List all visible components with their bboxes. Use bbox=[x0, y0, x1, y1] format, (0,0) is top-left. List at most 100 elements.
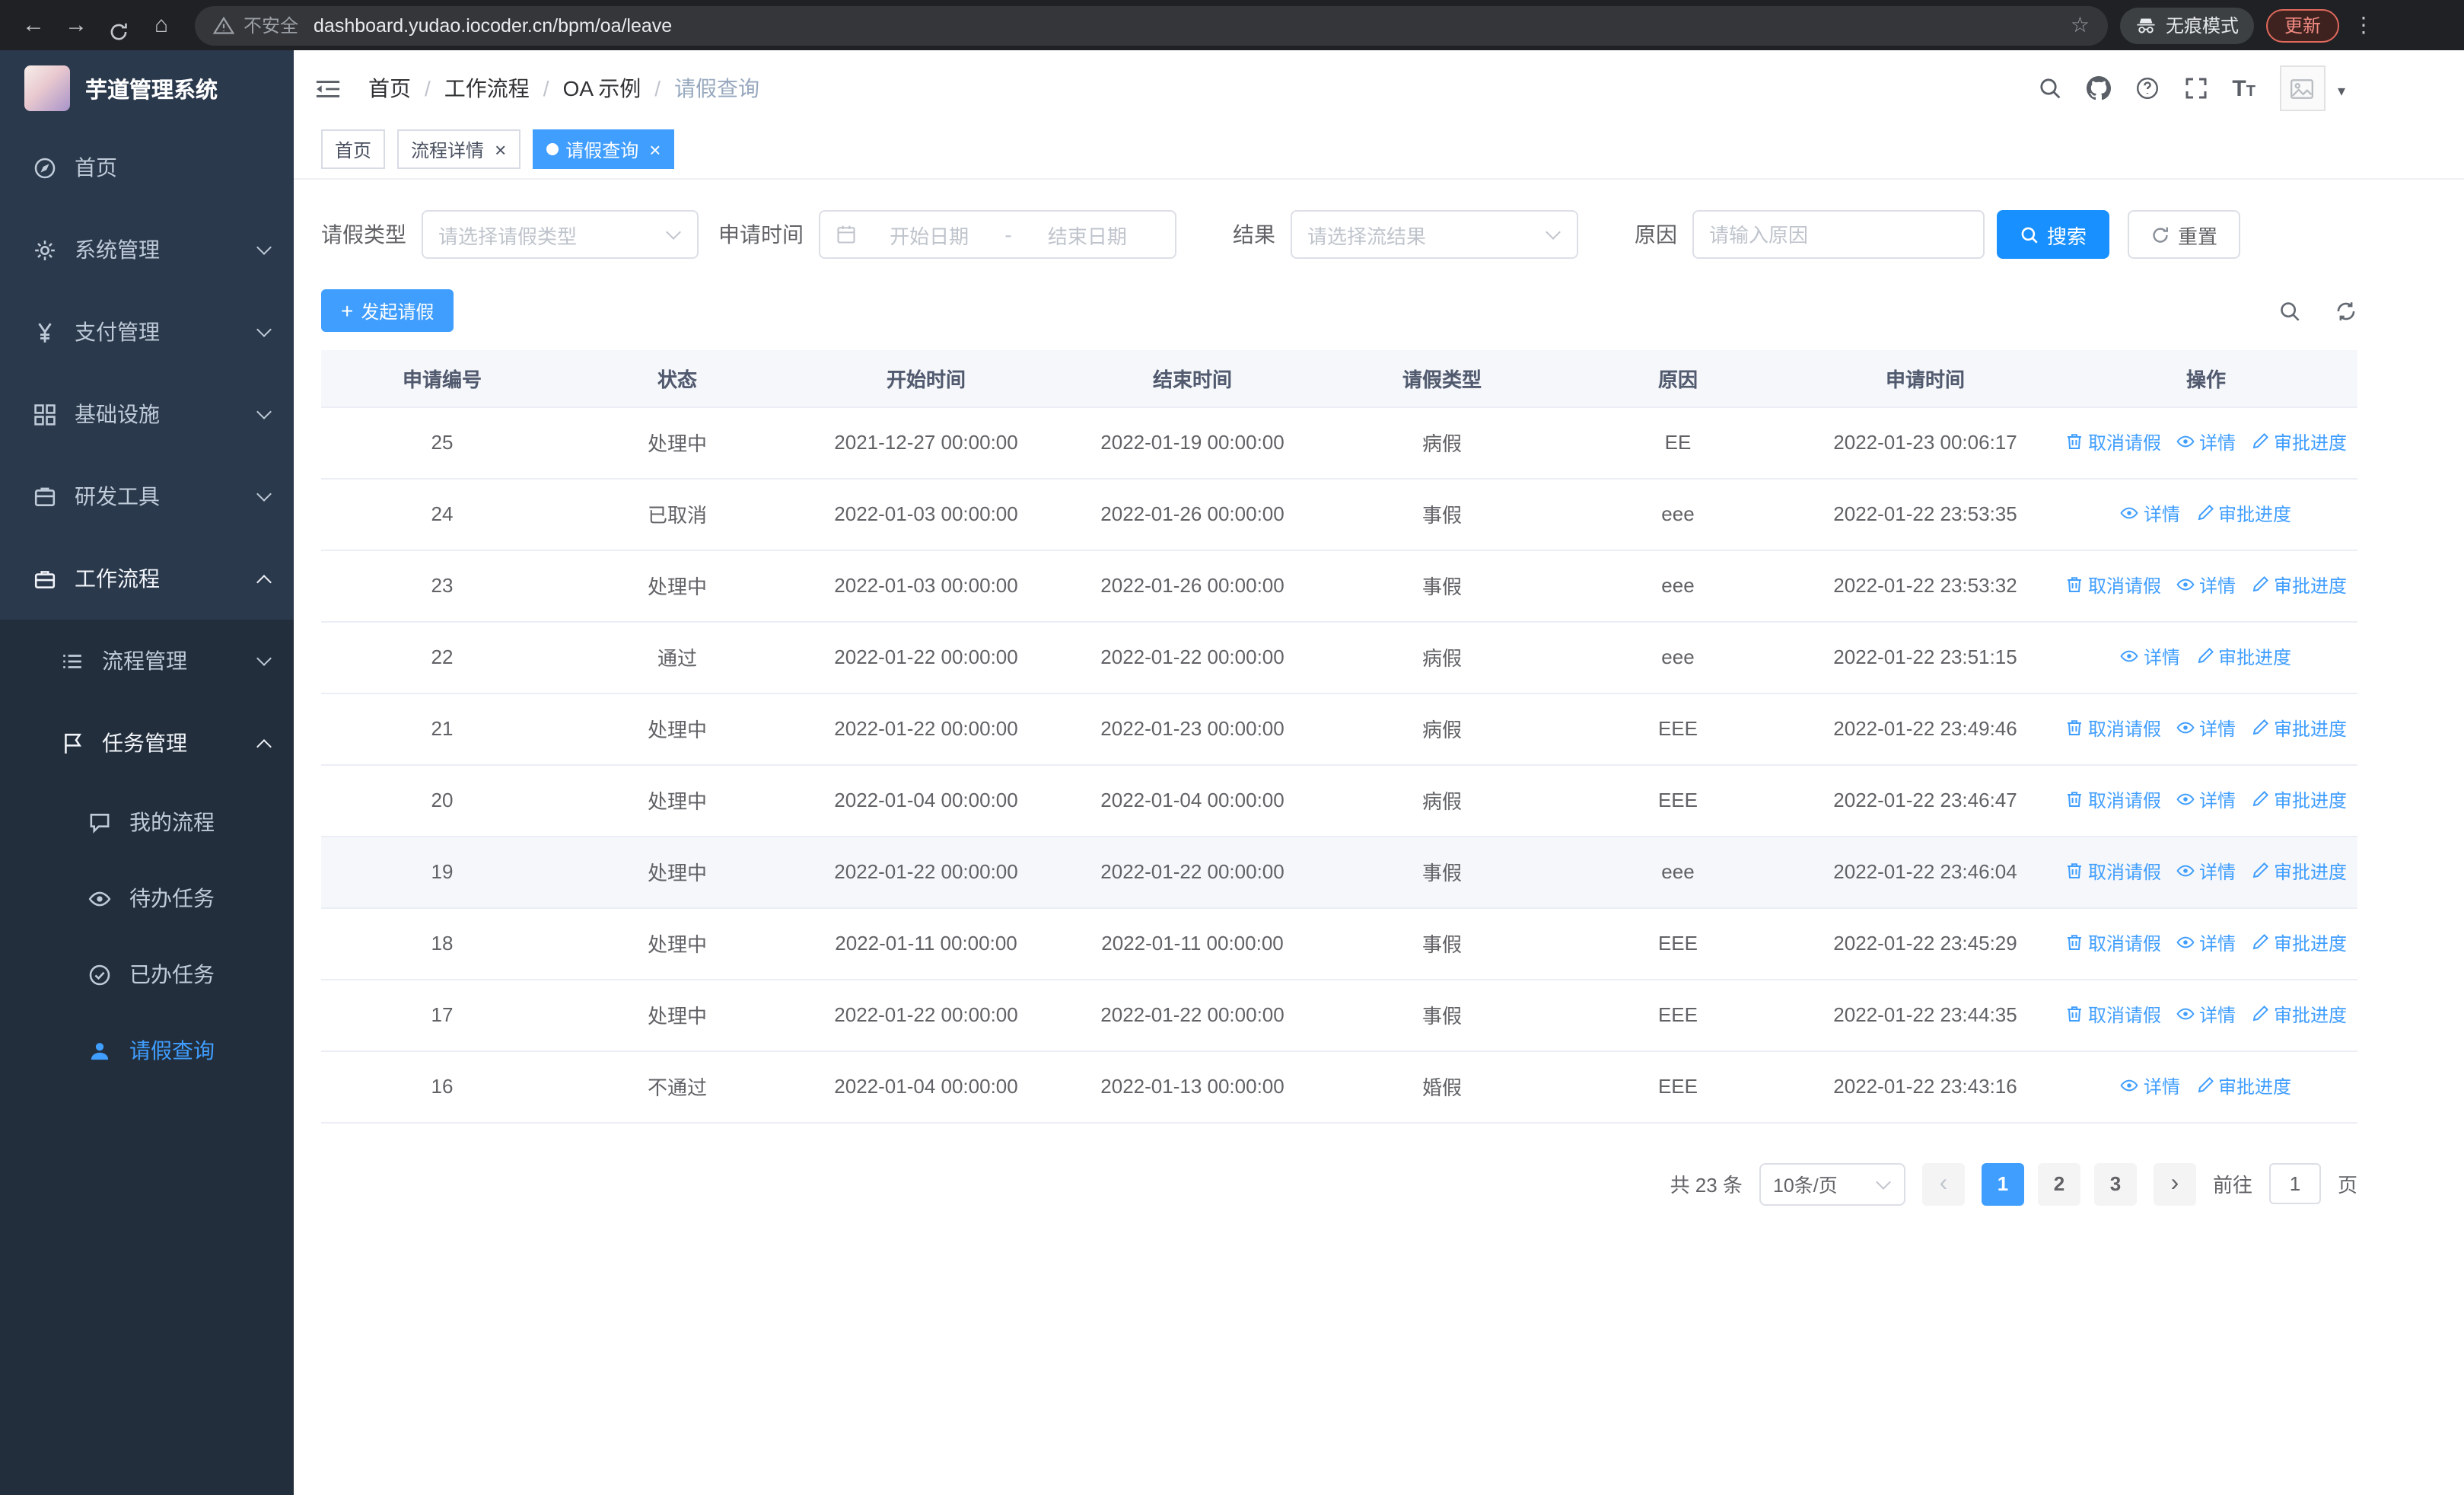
cancel-leave-link[interactable]: 取消请假 bbox=[2065, 716, 2161, 741]
detail-link[interactable]: 详情 bbox=[2176, 429, 2236, 455]
github-icon[interactable] bbox=[2086, 76, 2111, 100]
leave-type-select[interactable]: 请选择请假类型 bbox=[422, 210, 699, 259]
sidebar-item-infrastructure[interactable]: 基础设施 bbox=[0, 373, 294, 455]
cancel-leave-link[interactable]: 取消请假 bbox=[2065, 930, 2161, 956]
page-button-1[interactable]: 1 bbox=[1981, 1162, 2024, 1205]
detail-link[interactable]: 详情 bbox=[2176, 930, 2236, 956]
tab-home[interactable]: 首页 bbox=[321, 129, 386, 169]
sidebar-item-done-tasks[interactable]: 已办任务 bbox=[0, 936, 294, 1012]
approval-progress-link[interactable]: 审批进度 bbox=[2251, 859, 2347, 885]
reason-input[interactable] bbox=[1692, 210, 1985, 259]
cancel-leave-link[interactable]: 取消请假 bbox=[2065, 429, 2161, 455]
detail-link[interactable]: 详情 bbox=[2176, 787, 2236, 813]
chat-icon bbox=[88, 811, 113, 834]
detail-link[interactable]: 详情 bbox=[2121, 1073, 2180, 1099]
url-text[interactable]: dashboard.yudao.iocoder.cn/bpm/oa/leave bbox=[314, 14, 2071, 36]
font-size-icon[interactable]: TT bbox=[2232, 77, 2255, 100]
approval-progress-link[interactable]: 审批进度 bbox=[2251, 1002, 2347, 1028]
search-toggle-icon[interactable] bbox=[2278, 299, 2301, 322]
breadcrumb-oa-example[interactable]: OA 示例 bbox=[563, 73, 641, 104]
app-header: 首页 / 工作流程 / OA 示例 / 请假查询 TT ▾ bbox=[294, 50, 2464, 126]
dashboard-icon bbox=[33, 156, 58, 179]
breadcrumb-workflow[interactable]: 工作流程 bbox=[444, 73, 530, 104]
sidebar-item-process-management[interactable]: 流程管理 bbox=[0, 620, 294, 702]
approval-progress-link[interactable]: 审批进度 bbox=[2251, 716, 2347, 741]
apply-time-range-picker[interactable]: 开始日期 - 结束日期 bbox=[819, 210, 1176, 259]
cell-status: 处理中 bbox=[563, 764, 791, 837]
search-icon[interactable] bbox=[2037, 76, 2061, 100]
back-icon[interactable]: ← bbox=[12, 0, 55, 50]
create-leave-button[interactable]: + 发起请假 bbox=[321, 289, 454, 332]
browser-menu-icon[interactable]: ⋮ bbox=[2348, 12, 2379, 38]
page-button-3[interactable]: 3 bbox=[2093, 1162, 2137, 1205]
tab-leave-query[interactable]: 请假查询 × bbox=[532, 129, 675, 169]
detail-link[interactable]: 详情 bbox=[2176, 859, 2236, 885]
chevron-down-icon bbox=[256, 486, 272, 501]
approval-progress-link[interactable]: 审批进度 bbox=[2195, 501, 2291, 527]
detail-link[interactable]: 详情 bbox=[2121, 644, 2180, 670]
table-row: 16 不通过 2022-01-04 00:00:00 2022-01-13 00:00… bbox=[321, 1050, 2357, 1123]
result-select[interactable]: 请选择流结果 bbox=[1291, 210, 1578, 259]
breadcrumb-home[interactable]: 首页 bbox=[368, 73, 411, 104]
approval-progress-link[interactable]: 审批进度 bbox=[2195, 1073, 2291, 1099]
refresh-icon[interactable] bbox=[2335, 299, 2357, 322]
search-button[interactable]: 搜索 bbox=[1997, 210, 2110, 259]
approval-progress-link[interactable]: 审批进度 bbox=[2251, 930, 2347, 956]
security-warning-icon[interactable] bbox=[213, 14, 234, 36]
goto-page-input[interactable] bbox=[2268, 1163, 2321, 1204]
breadcrumb: 首页 / 工作流程 / OA 示例 / 请假查询 bbox=[368, 73, 759, 104]
reset-button[interactable]: 重置 bbox=[2128, 210, 2241, 259]
reload-icon[interactable] bbox=[97, 8, 140, 43]
collapse-sidebar-icon[interactable] bbox=[315, 77, 341, 100]
close-icon[interactable]: × bbox=[495, 139, 506, 159]
sidebar-item-workflow[interactable]: 工作流程 bbox=[0, 537, 294, 620]
sidebar-item-leave-query[interactable]: 请假查询 bbox=[0, 1012, 294, 1089]
close-icon[interactable]: × bbox=[649, 139, 661, 159]
prev-page-button[interactable]: ‹ bbox=[1921, 1162, 1965, 1205]
detail-link[interactable]: 详情 bbox=[2176, 572, 2236, 598]
cell-actions: 详情 审批进度 bbox=[2055, 1050, 2357, 1123]
cell-apply-time: 2022-01-22 23:45:29 bbox=[1796, 907, 2055, 980]
sidebar-item-payment-management[interactable]: 支付管理 bbox=[0, 291, 294, 373]
help-icon[interactable] bbox=[2135, 76, 2159, 100]
sidebar-item-my-processes[interactable]: 我的流程 bbox=[0, 784, 294, 860]
cell-status: 处理中 bbox=[563, 836, 791, 908]
approval-progress-link[interactable]: 审批进度 bbox=[2251, 787, 2347, 813]
cell-start-time: 2021-12-27 00:00:00 bbox=[791, 406, 1061, 479]
address-bar[interactable]: 不安全 dashboard.yudao.iocoder.cn/bpm/oa/le… bbox=[195, 5, 2108, 45]
detail-link[interactable]: 详情 bbox=[2176, 1002, 2236, 1028]
cell-end-time: 2022-01-13 00:00:00 bbox=[1061, 1050, 1324, 1123]
approval-progress-link[interactable]: 审批进度 bbox=[2195, 644, 2291, 670]
page-size-select[interactable]: 10条/页 bbox=[1759, 1162, 1905, 1205]
sidebar-item-todo-tasks[interactable]: 待办任务 bbox=[0, 860, 294, 936]
detail-link[interactable]: 详情 bbox=[2121, 501, 2180, 527]
sidebar-item-task-management[interactable]: 任务管理 bbox=[0, 702, 294, 784]
column-header-1: 状态 bbox=[563, 350, 791, 407]
cancel-leave-link[interactable]: 取消请假 bbox=[2065, 859, 2161, 885]
forward-icon[interactable]: → bbox=[55, 0, 97, 50]
avatar-caret-icon[interactable]: ▾ bbox=[2338, 84, 2345, 100]
cancel-leave-link[interactable]: 取消请假 bbox=[2065, 572, 2161, 598]
sidebar-item-system-management[interactable]: 系统管理 bbox=[0, 209, 294, 291]
table-row: 22 通过 2022-01-22 00:00:00 2022-01-22 00:00:… bbox=[321, 621, 2357, 693]
approval-progress-link[interactable]: 审批进度 bbox=[2251, 572, 2347, 598]
approval-progress-link[interactable]: 审批进度 bbox=[2251, 429, 2347, 455]
cell-id: 19 bbox=[321, 836, 563, 908]
logo[interactable]: 芋道管理系统 bbox=[0, 50, 294, 126]
page-button-2[interactable]: 2 bbox=[2037, 1162, 2080, 1205]
cancel-leave-link[interactable]: 取消请假 bbox=[2065, 787, 2161, 813]
user-avatar[interactable] bbox=[2279, 65, 2326, 111]
tab-process-detail[interactable]: 流程详情 × bbox=[397, 129, 520, 169]
sidebar-item-dev-tools[interactable]: 研发工具 bbox=[0, 455, 294, 537]
cell-status: 处理中 bbox=[563, 550, 791, 622]
cancel-leave-link[interactable]: 取消请假 bbox=[2065, 1002, 2161, 1028]
update-button[interactable]: 更新 bbox=[2265, 8, 2339, 42]
detail-link[interactable]: 详情 bbox=[2176, 716, 2236, 741]
sidebar-item-home[interactable]: 首页 bbox=[0, 126, 294, 209]
home-icon[interactable]: ⌂ bbox=[140, 0, 183, 50]
chevron-down-icon bbox=[256, 403, 272, 419]
fullscreen-icon[interactable] bbox=[2183, 76, 2208, 100]
next-page-button[interactable]: › bbox=[2153, 1162, 2196, 1205]
bookmark-star-icon[interactable]: ☆ bbox=[2071, 12, 2090, 38]
cell-id: 17 bbox=[321, 979, 563, 1051]
